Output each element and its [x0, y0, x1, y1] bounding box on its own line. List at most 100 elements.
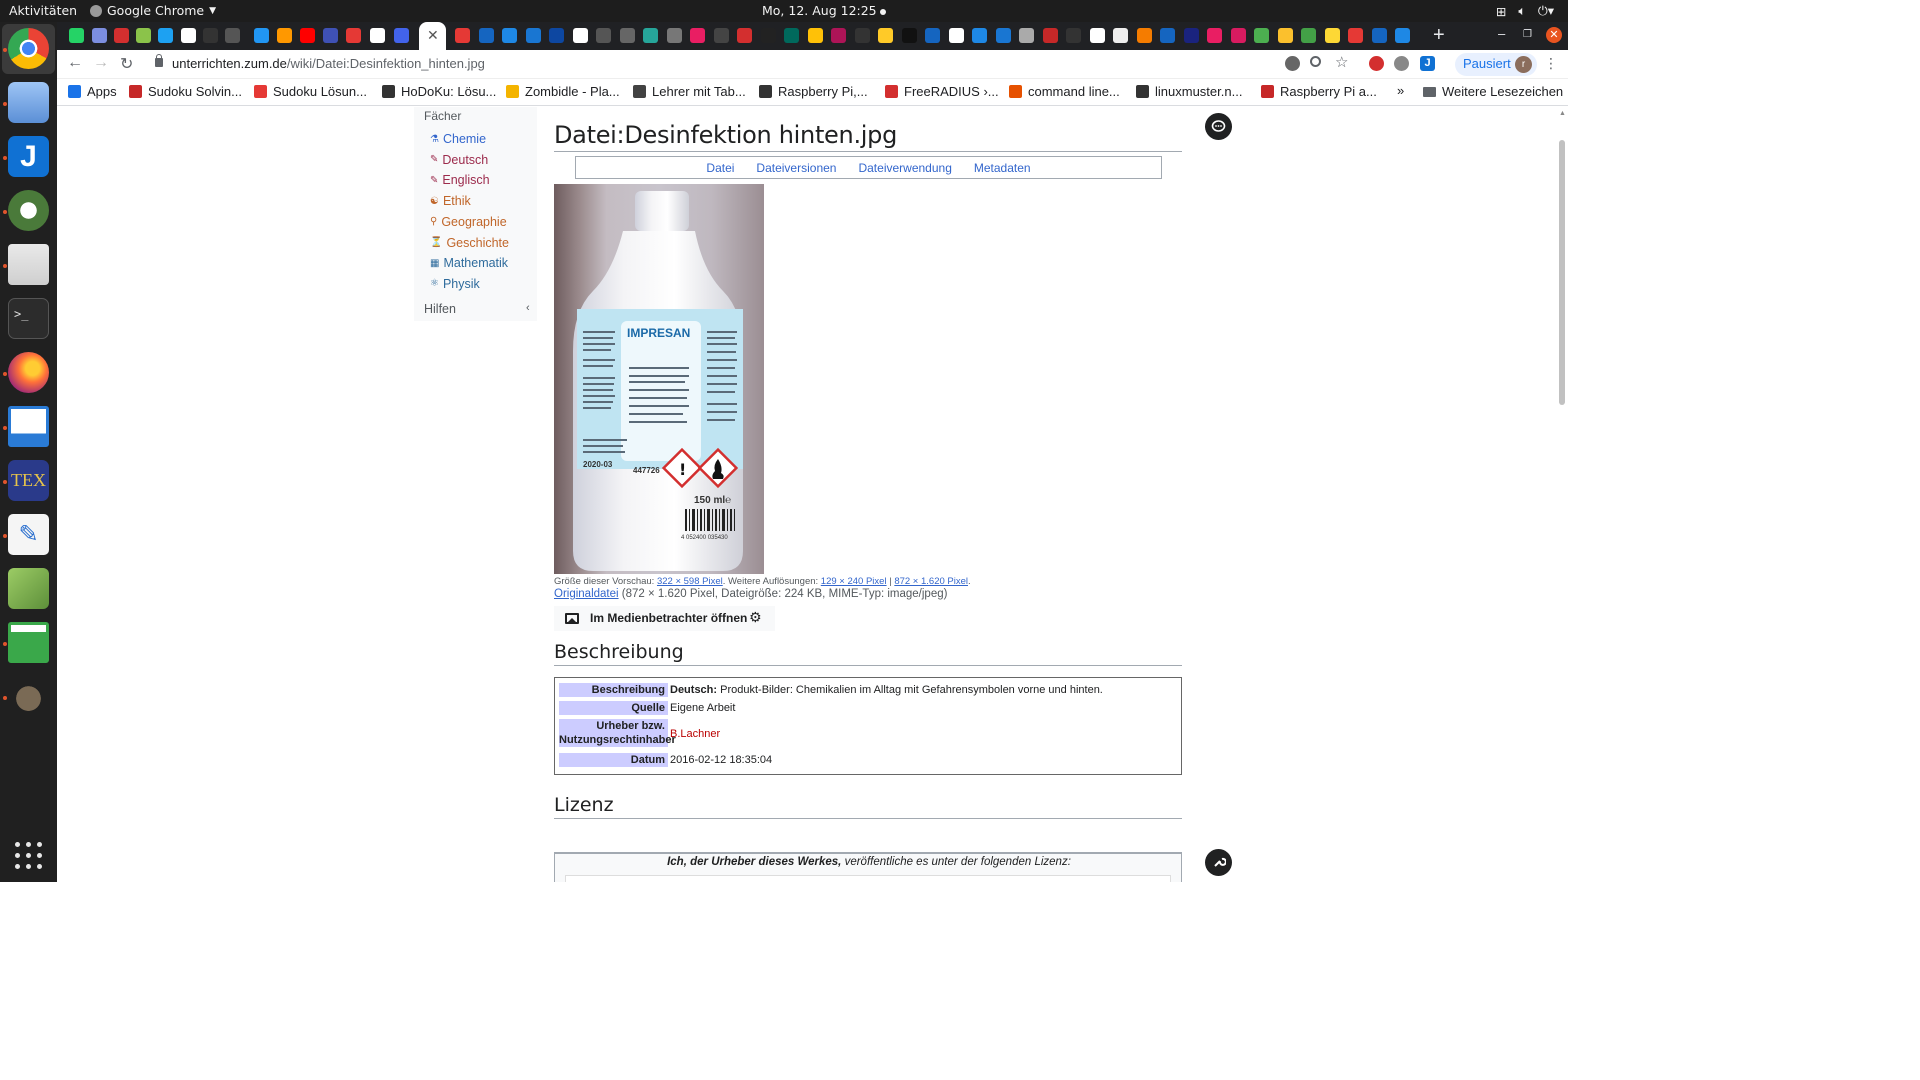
firefox-icon[interactable]: [8, 352, 49, 393]
gimp-icon[interactable]: [8, 676, 49, 717]
bookmark-item[interactable]: Lehrer mit Tab...: [633, 84, 746, 99]
bookmarks-overflow[interactable]: »: [1397, 83, 1404, 98]
tab-favicon[interactable]: [714, 28, 729, 43]
resolution-link-preview[interactable]: 322 × 598 Pixel: [657, 576, 723, 587]
tab-favicon[interactable]: [667, 28, 682, 43]
sidebar-item-englisch[interactable]: ✎ Englisch: [430, 173, 490, 187]
profile-button[interactable]: Pausiert r: [1455, 53, 1537, 76]
tab-favicon[interactable]: [690, 28, 705, 43]
tab-favicon[interactable]: [203, 28, 218, 43]
close-tab-icon[interactable]: ✕: [427, 27, 439, 44]
tab-favicon[interactable]: [455, 28, 470, 43]
tab-favicon[interactable]: [855, 28, 870, 43]
bookmark-item[interactable]: FreeRADIUS ›...: [885, 84, 999, 99]
tab-favicon[interactable]: [996, 28, 1011, 43]
tab-favicon[interactable]: [1066, 28, 1081, 43]
bookmark-item[interactable]: HoDoKu: Lösu...: [382, 84, 496, 99]
tab-favicon[interactable]: [1278, 28, 1293, 43]
tab-favicon[interactable]: [370, 28, 385, 43]
tab-favicon[interactable]: [620, 28, 635, 43]
resolution-link-small[interactable]: 129 × 240 Pixel: [821, 576, 887, 587]
scrollbar-thumb[interactable]: [1559, 140, 1565, 405]
calc-icon[interactable]: [8, 622, 49, 663]
sidebar-item-mathematik[interactable]: ▦ Mathematik: [430, 256, 508, 270]
sidebar-item-chemie[interactable]: ⚗ Chemie: [430, 132, 486, 146]
tab-favicon[interactable]: [1325, 28, 1340, 43]
restore-icon[interactable]: ❐: [1523, 29, 1532, 40]
tab-favicon[interactable]: [69, 28, 84, 43]
stellarium-icon[interactable]: [8, 568, 49, 609]
media-viewer-button[interactable]: Im Medienbetrachter öffnen ⚙: [554, 606, 775, 631]
tab-favicon[interactable]: [1395, 28, 1410, 43]
activities-button[interactable]: Aktivitäten: [9, 3, 77, 18]
tab-favicon[interactable]: [92, 28, 107, 43]
mail-icon[interactable]: [8, 82, 49, 123]
extension-icon[interactable]: [1394, 56, 1409, 71]
sidebar-item-geographie[interactable]: ⚲ Geographie: [430, 215, 507, 229]
tab-favicon[interactable]: [1113, 28, 1128, 43]
tab-favicon[interactable]: [643, 28, 658, 43]
tab-favicon[interactable]: [114, 28, 129, 43]
terminal-icon[interactable]: >_: [8, 298, 49, 339]
bookmark-star-icon[interactable]: ☆: [1335, 53, 1350, 71]
joplin-extension-icon[interactable]: J: [1420, 56, 1435, 71]
original-file-link[interactable]: Originaldatei: [554, 588, 619, 600]
tab-favicon[interactable]: [225, 28, 240, 43]
file-preview-image[interactable]: IMPRESAN 2020-03 447726 ! 150 ml℮ 4 0524…: [554, 184, 764, 574]
tab-favicon[interactable]: [549, 28, 564, 43]
tab-favicon[interactable]: [761, 28, 776, 43]
gear-icon[interactable]: ⚙: [749, 609, 762, 626]
minimize-icon[interactable]: –: [1498, 26, 1505, 41]
tab-favicon[interactable]: [1231, 28, 1246, 43]
sidebar-item-physik[interactable]: ⚛ Physik: [430, 277, 480, 291]
sidebar-item-deutsch[interactable]: ✎ Deutsch: [430, 153, 488, 167]
tab-favicon[interactable]: [502, 28, 517, 43]
app-menu[interactable]: Google Chrome ▼: [90, 3, 216, 18]
tab-favicon[interactable]: [254, 28, 269, 43]
system-menu[interactable]: ⊞ 🔈︎ ⏻▾: [1496, 3, 1554, 19]
tab-favicon[interactable]: [346, 28, 361, 43]
tab-favicon[interactable]: [1090, 28, 1105, 43]
joplin-icon[interactable]: J: [8, 136, 49, 177]
tab-favicon[interactable]: [300, 28, 315, 43]
tab-favicon[interactable]: [596, 28, 611, 43]
tab-favicon[interactable]: [1254, 28, 1269, 43]
tab-favicon[interactable]: [573, 28, 588, 43]
tab-favicon[interactable]: [1019, 28, 1034, 43]
tab-favicon[interactable]: [479, 28, 494, 43]
show-applications-icon[interactable]: [15, 842, 42, 869]
tab-favicon[interactable]: [925, 28, 940, 43]
tab-favicon[interactable]: [526, 28, 541, 43]
files-icon[interactable]: [8, 244, 49, 285]
bookmark-item[interactable]: Raspberry Pi,...: [759, 84, 868, 99]
bookmark-item[interactable]: linuxmuster.n...: [1136, 84, 1242, 99]
tab-favicon[interactable]: [1301, 28, 1316, 43]
tab-favicon[interactable]: [158, 28, 173, 43]
bookmark-item[interactable]: Sudoku Lösun...: [254, 84, 367, 99]
wrench-icon[interactable]: [1205, 849, 1232, 876]
sidebar-item-geschichte[interactable]: ⏳ Geschichte: [430, 236, 509, 250]
tab-favicon[interactable]: [1207, 28, 1222, 43]
texstudio-icon[interactable]: TEX: [8, 460, 49, 501]
tab-datei[interactable]: Datei: [706, 161, 734, 178]
tab-favicon[interactable]: [949, 28, 964, 43]
chat-icon[interactable]: [1205, 113, 1232, 140]
tab-dateiverwendung[interactable]: Dateiverwendung: [858, 161, 951, 178]
scrollbar[interactable]: ▲: [1556, 107, 1568, 882]
bookmark-item[interactable]: Raspberry Pi a...: [1261, 84, 1377, 99]
tab-favicon[interactable]: [1137, 28, 1152, 43]
tab-favicon[interactable]: [972, 28, 987, 43]
tab-favicon[interactable]: [1348, 28, 1363, 43]
collapse-icon[interactable]: ‹: [526, 302, 530, 314]
bookmark-item[interactable]: command line...: [1009, 84, 1120, 99]
tab-favicon[interactable]: [136, 28, 151, 43]
tab-favicon[interactable]: [277, 28, 292, 43]
translate-icon[interactable]: [1285, 56, 1300, 71]
active-tab[interactable]: ✕: [419, 22, 446, 50]
sidebar-help[interactable]: Hilfen: [424, 302, 456, 316]
tab-favicon[interactable]: [1160, 28, 1175, 43]
writer-icon[interactable]: [8, 406, 49, 447]
back-icon[interactable]: ←: [67, 54, 83, 72]
clock[interactable]: Mo, 12. Aug 12:25: [762, 3, 886, 18]
keepassxc-icon[interactable]: [8, 190, 49, 231]
